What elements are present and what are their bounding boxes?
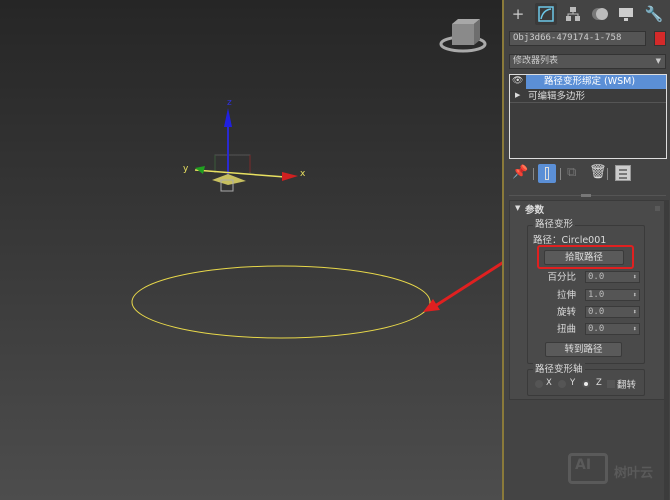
hierarchy-icon[interactable] <box>562 3 584 25</box>
stack-item[interactable]: 👁 路径变形绑定 (WSM) <box>510 75 666 89</box>
axis-label: Y <box>570 378 576 388</box>
show-end-result-icon[interactable] <box>538 164 556 183</box>
axis-y-radio[interactable] <box>558 380 566 388</box>
spinner-value: 1.0 <box>588 290 605 300</box>
flip-label: 翻转 <box>617 380 637 391</box>
object-color-swatch[interactable] <box>654 31 666 46</box>
rotation-spinner[interactable]: 0.0 ⬍ <box>585 306 640 318</box>
axis-z-radio[interactable] <box>582 380 590 388</box>
make-unique-icon[interactable]: ⧉ <box>567 165 581 181</box>
stack-item-label: 路径变形绑定 (WSM) <box>526 75 666 89</box>
highlight-box <box>537 245 634 269</box>
modifier-list-label: 修改器列表 <box>513 56 559 66</box>
modifier-list-dropdown[interactable]: 修改器列表 ▼ <box>509 54 666 69</box>
axis-label-y: y <box>183 164 189 174</box>
motion-icon[interactable] <box>589 3 611 25</box>
rollout-handle[interactable] <box>655 206 660 211</box>
configure-modifier-sets-icon[interactable] <box>615 165 631 181</box>
spinner-value: 0.0 <box>588 324 605 334</box>
modifier-stack: 👁 路径变形绑定 (WSM) ▶ 可编辑多边形 <box>509 74 667 159</box>
watermark-text: 树叶云 <box>614 466 654 481</box>
pin-stack-icon[interactable]: 📌 <box>512 165 528 180</box>
command-panel: + 🔧 Obj3d66-479174-1-758 修改器列表 ▼ 👁 路径变形绑定… <box>504 0 670 500</box>
spinner-value: 0.0 <box>588 272 605 282</box>
rollout-title[interactable]: 参数 <box>525 202 544 216</box>
stack-item[interactable]: ▶ 可编辑多边形 <box>510 90 666 103</box>
spinner-arrows-icon[interactable]: ⬍ <box>633 272 637 282</box>
move-to-path-button[interactable]: 转到路径 <box>545 342 622 357</box>
eye-icon[interactable]: 👁 <box>512 76 523 86</box>
watermark-logo: AI <box>568 453 608 484</box>
twist-spinner[interactable]: 0.0 ⬍ <box>585 323 640 335</box>
axis-label-x: x <box>300 169 306 179</box>
spinner-value: 0.0 <box>588 307 605 317</box>
spinner-label: 拉伸 <box>556 290 576 301</box>
collapse-triangle-icon[interactable]: ▼ <box>515 204 520 212</box>
parameters-rollout: ▼ 参数 路径变形 路径：Circle001 拾取路径 百分比 0.0 ⬍ 拉伸 … <box>509 200 667 400</box>
display-icon[interactable] <box>615 3 637 25</box>
spinner-arrows-icon[interactable]: ⬍ <box>633 307 637 317</box>
spinner-label: 扭曲 <box>556 324 576 335</box>
utilities-wrench-icon[interactable]: 🔧 <box>643 3 665 25</box>
axis-x-radio[interactable] <box>535 380 543 388</box>
axis-label: Z <box>596 378 602 388</box>
stack-item-label: 可编辑多边形 <box>528 91 586 102</box>
path-label: 路径：Circle001 <box>533 235 607 246</box>
spinner-label: 百分比 <box>547 272 576 283</box>
spinner-arrows-icon[interactable]: ⬍ <box>633 324 637 334</box>
annotation-arrow-overlay <box>423 256 511 312</box>
group-title: 路径变形 <box>533 216 576 230</box>
circle-path-shape[interactable] <box>131 265 431 339</box>
transform-gizmo[interactable]: y x z <box>183 98 306 192</box>
panel-scrollbar[interactable] <box>664 200 669 500</box>
resize-handle[interactable] <box>581 194 591 197</box>
axis-label-z: z <box>227 98 232 108</box>
remove-modifier-trash-icon[interactable]: 🗑 <box>589 164 607 180</box>
expand-triangle-icon[interactable]: ▶ <box>515 91 520 99</box>
object-name-input[interactable]: Obj3d66-479174-1-758 <box>509 31 646 46</box>
create-icon[interactable]: + <box>507 3 529 25</box>
spinner-label: 旋转 <box>556 307 576 318</box>
group-title: 路径变形轴 <box>533 361 585 375</box>
percent-spinner[interactable]: 0.0 ⬍ <box>585 271 640 283</box>
flip-checkbox[interactable] <box>607 380 615 388</box>
stretch-spinner[interactable]: 1.0 ⬍ <box>585 289 640 301</box>
axis-label: X <box>546 378 552 388</box>
spinner-arrows-icon[interactable]: ⬍ <box>633 290 637 300</box>
modify-icon[interactable] <box>535 3 557 25</box>
chevron-down-icon: ▼ <box>655 57 661 65</box>
viewcube-icon[interactable] <box>439 19 487 53</box>
